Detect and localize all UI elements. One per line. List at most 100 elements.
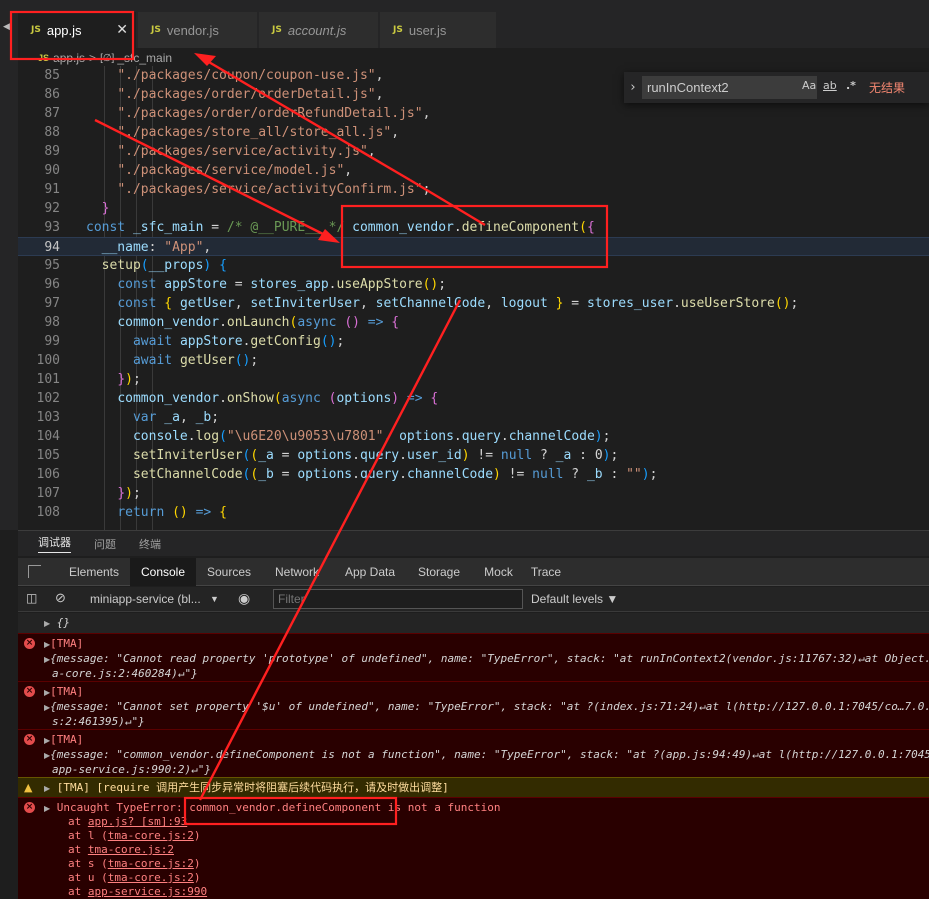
line-number: 87: [44, 106, 60, 121]
code-line[interactable]: 95 setup(__props) {: [18, 256, 929, 275]
context-dropdown-icon[interactable]: ▼: [210, 594, 219, 604]
code-line[interactable]: 90 "./packages/service/model.js",: [18, 161, 929, 180]
whole-word-icon[interactable]: ab: [823, 79, 837, 92]
code-line[interactable]: 88 "./packages/store_all/store_all.js",: [18, 123, 929, 142]
code-token: ,: [485, 296, 501, 311]
code-token: =>: [359, 315, 392, 330]
code-token: "./packages/order/orderDetail.js": [117, 87, 376, 102]
code-line[interactable]: 106 setChannelCode((_b = options.query.c…: [18, 465, 929, 484]
code-line[interactable]: 104 console.log("\u6E20\u9053\u7801", op…: [18, 427, 929, 446]
console-line: at app.js? [sm]:93: [18, 814, 929, 829]
code-line[interactable]: 103 var _a, _b;: [18, 408, 929, 427]
devtools-tab-trace[interactable]: Trace: [527, 558, 565, 586]
tab-vendor-js[interactable]: JS vendor.js: [138, 12, 258, 48]
clear-console-icon[interactable]: ⊘: [55, 590, 66, 606]
code-line[interactable]: 107 });: [18, 484, 929, 503]
code-token: _b: [586, 467, 603, 482]
stack-frame-link[interactable]: tma-core.js:2: [108, 871, 194, 884]
console-message: ▶ {}: [18, 613, 929, 633]
code-token: ,: [179, 410, 196, 425]
code-line[interactable]: 94 __name: "App",: [18, 237, 929, 256]
close-icon[interactable]: ✕: [116, 21, 128, 38]
code-line[interactable]: 100 await getUser();: [18, 351, 929, 370]
match-case-icon[interactable]: Aa: [802, 79, 816, 92]
code-text: __name: "App",: [86, 238, 212, 257]
stack-frame-link[interactable]: tma-core.js:2: [108, 857, 194, 870]
line-number: 85: [44, 68, 60, 83]
chevron-left-icon[interactable]: ◀: [3, 22, 10, 32]
code-line[interactable]: 102 common_vendor.onShow(async (options)…: [18, 389, 929, 408]
code-text: var _a, _b;: [86, 408, 219, 427]
devtools-tab-mock[interactable]: Mock: [470, 558, 527, 586]
code-token: =: [203, 220, 227, 235]
console-tag: [TMA]: [50, 733, 84, 746]
code-token: !=: [469, 448, 501, 463]
console-toolbar: ◫ ⊘ miniapp-service (bl... ▼ ◉ Default l…: [18, 587, 929, 612]
code-line[interactable]: 98 common_vendor.onLaunch(async () => {: [18, 313, 929, 332]
panel-tab[interactable]: 终端: [139, 536, 161, 552]
error-object-continuation: s:2:461395)↵"}: [52, 715, 145, 728]
code-token: (: [219, 429, 227, 444]
error-object-continuation: a-core.js:2:460284)↵"}: [52, 667, 198, 680]
sidebar-toggle-icon[interactable]: ◫: [26, 591, 37, 605]
devtools-tab-app-data[interactable]: App Data: [332, 558, 408, 586]
devtools-tab-storage[interactable]: Storage: [408, 558, 470, 586]
stack-frame-link[interactable]: tma-core.js:2: [108, 829, 194, 842]
devtools-tab-network[interactable]: Network: [262, 558, 332, 586]
code-line[interactable]: 101 });: [18, 370, 929, 389]
code-line[interactable]: 108 return () => {: [18, 503, 929, 522]
code-token: }: [117, 372, 126, 387]
tab-account-js[interactable]: JS account.js: [259, 12, 379, 48]
regex-icon[interactable]: .*: [846, 79, 856, 92]
code-line[interactable]: 96 const appStore = stores_app.useAppSto…: [18, 275, 929, 294]
code-line[interactable]: 91 "./packages/service/activityConfirm.j…: [18, 180, 929, 199]
panel-tab[interactable]: 调试器: [38, 534, 71, 553]
devtools-tab-sources[interactable]: Sources: [196, 558, 262, 586]
code-line[interactable]: 105 setInviterUser((_a = options.query.u…: [18, 446, 929, 465]
code-text: setChannelCode((_b = options.query.chann…: [86, 465, 657, 484]
stack-frame-link[interactable]: tma-core.js:2: [88, 843, 174, 856]
console-filter-input[interactable]: [273, 589, 523, 609]
inspect-element-icon[interactable]: [28, 565, 41, 578]
breadcrumb-file[interactable]: app.js: [53, 51, 85, 65]
code-text: common_vendor.onLaunch(async () => {: [86, 313, 399, 332]
stack-frame-link[interactable]: app.js? [sm]:93: [88, 815, 187, 828]
tab-app-js[interactable]: JS app.js ✕: [18, 12, 137, 48]
console-line: ▶[TMA]: [18, 636, 929, 651]
code-line[interactable]: 92 }: [18, 199, 929, 218]
code-token: ;: [649, 467, 658, 482]
code-line[interactable]: 87 "./packages/order/orderRefundDetail.j…: [18, 104, 929, 123]
code-line[interactable]: 97 const { getUser, setInviterUser, setC…: [18, 294, 929, 313]
tab-label: user.js: [408, 22, 447, 38]
line-number: 103: [36, 410, 60, 425]
line-number: 99: [44, 334, 60, 349]
toggle-replace-icon[interactable]: ›: [624, 80, 642, 95]
code-line[interactable]: 93 const _sfc_main = /* @__PURE__ */ comm…: [18, 218, 929, 237]
code-token: options: [399, 429, 454, 444]
code-token: ,: [234, 296, 251, 311]
code-token: setChannelCode: [132, 467, 243, 482]
devtools-tab-console[interactable]: Console: [130, 558, 196, 586]
code-line[interactable]: 99 await appStore.getConfig();: [18, 332, 929, 351]
line-number: 98: [44, 315, 60, 330]
stack-frame-link[interactable]: app-service.js:990: [88, 885, 207, 898]
panel-tab[interactable]: 问题: [94, 536, 116, 552]
code-line[interactable]: 89 "./packages/service/activity.js",: [18, 142, 929, 161]
find-input[interactable]: [642, 76, 817, 99]
code-token: ;: [422, 182, 431, 197]
eye-icon[interactable]: ◉: [238, 590, 250, 607]
code-text: await appStore.getConfig();: [86, 332, 344, 351]
breadcrumb-symbol[interactable]: _sfc_main: [117, 51, 172, 65]
log-levels-dropdown[interactable]: Default levels ▼: [531, 592, 618, 606]
tab-user-js[interactable]: JS user.js: [380, 12, 497, 48]
devtools-tab-elements[interactable]: Elements: [58, 558, 130, 586]
code-token: common_vendor: [117, 315, 220, 330]
context-selector[interactable]: miniapp-service (bl...: [90, 592, 201, 606]
code-editor[interactable]: 85 "./packages/coupon/coupon-use.js", 86 …: [18, 66, 929, 530]
code-token: ;: [336, 334, 345, 349]
